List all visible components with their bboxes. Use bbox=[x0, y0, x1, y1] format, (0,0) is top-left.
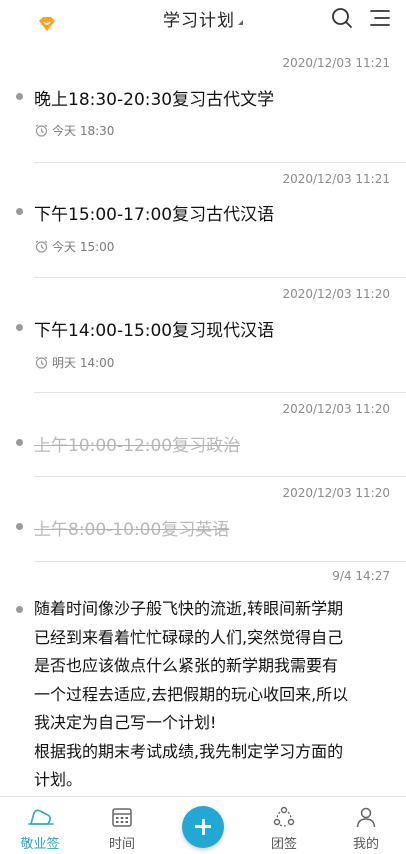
alarm-clock-icon bbox=[35, 240, 48, 253]
tab-label: 我的 bbox=[352, 837, 379, 852]
user-icon bbox=[356, 807, 376, 828]
tab-time[interactable]: 时间 bbox=[82, 797, 162, 854]
reminder: 明天 14:00 bbox=[34, 354, 114, 371]
item-title: 下午14:00-15:00复习现代汉语 bbox=[34, 321, 275, 341]
search-icon[interactable] bbox=[330, 6, 354, 30]
cloud-icon bbox=[28, 809, 54, 825]
item-timestamp: 2020/12/03 11:20 bbox=[282, 486, 390, 500]
bullet-dot bbox=[16, 208, 23, 215]
reminder-text: 明天 14:00 bbox=[52, 356, 115, 370]
note-line: 根据我的期末考试成绩,我先制定学习方面的 bbox=[34, 741, 344, 761]
tab-team[interactable]: 团签 bbox=[244, 797, 324, 854]
team-icon bbox=[273, 806, 295, 827]
divider bbox=[34, 476, 406, 477]
divider bbox=[34, 162, 406, 163]
calendar-icon bbox=[112, 808, 132, 827]
caret-icon bbox=[238, 20, 243, 25]
item-title: 上午10:00-12:00复习政治 bbox=[34, 436, 241, 456]
app-header: 学习计划 bbox=[0, 0, 406, 46]
item-title: 下午15:00-17:00复习古代汉语 bbox=[34, 205, 275, 225]
tab-label: 时间 bbox=[108, 837, 135, 852]
note-line: 随着时间像沙子般飞快的流逝,转眼间新学期 bbox=[34, 599, 344, 618]
item-timestamp: 2020/12/03 11:21 bbox=[282, 172, 390, 186]
note-line: 计划。 bbox=[34, 770, 83, 789]
reminder: 今天 18:30 bbox=[34, 122, 114, 139]
divider bbox=[34, 392, 406, 393]
tab-label: 团签 bbox=[270, 837, 297, 852]
menu-icon[interactable] bbox=[368, 6, 392, 30]
note-body: 随着时间像沙子般飞快的流逝,转眼间新学期 已经到来看着忙忙碌碌的人们,突然觉得自… bbox=[34, 595, 390, 795]
divider bbox=[34, 277, 406, 278]
item-timestamp: 2020/12/03 11:21 bbox=[282, 56, 390, 70]
tab-mine[interactable]: 我的 bbox=[326, 797, 406, 854]
alarm-clock-icon bbox=[35, 356, 48, 369]
divider bbox=[34, 561, 406, 562]
note-line: 已经到来看着忙忙碌碌的人们,突然觉得自己 bbox=[34, 627, 344, 647]
bullet-dot bbox=[16, 324, 23, 331]
tab-label: 敬业签 bbox=[20, 837, 60, 852]
bullet-dot bbox=[16, 523, 23, 530]
reminder-text: 今天 15:00 bbox=[52, 240, 115, 254]
reminder-text: 今天 18:30 bbox=[52, 124, 115, 138]
bullet-dot bbox=[16, 606, 23, 613]
page-title: 学习计划 bbox=[163, 11, 235, 31]
bullet-dot bbox=[16, 439, 23, 446]
add-button[interactable] bbox=[182, 806, 224, 848]
item-timestamp: 2020/12/03 11:20 bbox=[282, 402, 390, 416]
note-line: 是否也应该做点什么紧张的新学期我需要有 bbox=[34, 656, 339, 675]
note-line: 我决定为自己写一个计划! bbox=[34, 713, 217, 732]
item-timestamp: 9/4 14:27 bbox=[332, 569, 390, 583]
bullet-dot bbox=[16, 93, 23, 100]
tab-jingyeqian[interactable]: 敬业签 bbox=[0, 797, 80, 854]
alarm-clock-icon bbox=[35, 124, 48, 137]
reminder: 今天 15:00 bbox=[34, 238, 114, 255]
note-line: 一个过程去适应,去把假期的玩心收回来,所以 bbox=[34, 684, 349, 704]
item-timestamp: 2020/12/03 11:20 bbox=[282, 287, 390, 301]
item-title: 晚上18:30-20:30复习古代文学 bbox=[34, 90, 275, 110]
item-title: 上午8:00-10:00复习英语 bbox=[34, 520, 230, 540]
